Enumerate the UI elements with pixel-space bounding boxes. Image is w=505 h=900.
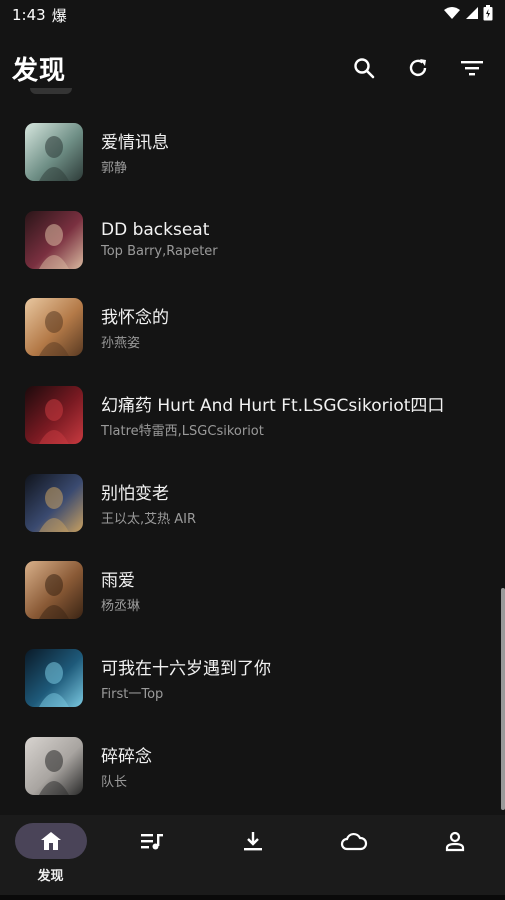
album-art <box>25 473 83 532</box>
song-artist: Tlatre特雷西,LSGCsikoriot <box>101 423 264 439</box>
list-item[interactable]: 幻痛药 Hurt And Hurt Ft.LSGCsikoriot四口 Tlatr… <box>0 371 505 459</box>
nav-item-cloud[interactable] <box>314 823 394 859</box>
song-artist: 孙燕姿 <box>101 336 141 352</box>
notification-glyph: 爆 <box>51 6 67 25</box>
song-list[interactable]: 爱情讯息郭静 DD backseat Top Barry,Rapeter 我怀念的孙燕… <box>0 108 505 810</box>
song-text: 爱情讯息 郭静 <box>101 128 169 176</box>
list-item[interactable]: 碎碎念 队长 <box>0 722 505 810</box>
cellular-icon <box>465 6 479 24</box>
song-text: 雨爱 杨丞琳 <box>101 566 140 614</box>
wifi-icon <box>443 6 461 24</box>
song-title: 别怕变老 <box>101 483 169 504</box>
album-art <box>25 298 83 357</box>
home-icon <box>40 832 61 850</box>
gesture-bar <box>0 895 505 900</box>
song-title: 碎碎念 <box>101 746 152 767</box>
list-item[interactable]: 我怀念的 孙燕姿 <box>0 283 505 371</box>
song-text: 别怕变老王以太,艾热 AIR <box>101 479 196 527</box>
song-text: 我怀念的 孙燕姿 <box>101 303 169 351</box>
app-bar: 发现 <box>0 42 505 94</box>
status-icons <box>443 5 493 25</box>
song-title: 可我在十六岁遇到了你 <box>101 658 271 679</box>
list-item[interactable]: DD backseat Top Barry,Rapeter <box>0 196 505 284</box>
song-text: 可我在十六岁遇到了你 First一Top <box>101 654 271 702</box>
song-text: 幻痛药 Hurt And Hurt Ft.LSGCsikoriot四口 Tlatr… <box>101 391 444 439</box>
playlist-icon <box>140 834 163 850</box>
cloud-icon <box>340 832 367 851</box>
refresh-icon <box>409 59 427 77</box>
song-text: DD backseat Top Barry,Rapeter <box>101 220 218 259</box>
list-item[interactable]: 可我在十六岁遇到了你 First一Top <box>0 634 505 722</box>
nav-item-profile[interactable] <box>415 823 495 859</box>
partial-list-item <box>30 88 72 94</box>
status-time: 1:43 <box>12 6 46 24</box>
song-title: 爱情讯息 <box>101 132 169 153</box>
song-artist: 王以太,艾热 AIR <box>101 511 197 527</box>
nav-item-playlists[interactable] <box>112 823 192 859</box>
nav-pill <box>419 823 491 859</box>
filter-button[interactable] <box>459 55 485 81</box>
nav-pill <box>217 823 289 859</box>
status-bar: 1:43 爆 <box>0 0 505 30</box>
song-title: 我怀念的 <box>101 308 169 329</box>
page-title: 发现 <box>12 55 67 86</box>
status-left: 1:43 爆 <box>12 5 67 26</box>
app-bar-actions <box>351 55 493 81</box>
list-item[interactable]: 别怕变老王以太,艾热 AIR <box>0 459 505 547</box>
profile-icon <box>445 831 464 852</box>
song-artist: 郭静 <box>101 160 128 176</box>
song-artist: Top Barry,Rapeter <box>101 244 218 260</box>
list-item[interactable]: 爱情讯息 郭静 <box>0 108 505 196</box>
song-text: 碎碎念 队长 <box>101 742 152 790</box>
nav-pill-active <box>14 823 87 859</box>
song-artist: First一Top <box>101 686 164 702</box>
song-artist: 队长 <box>101 774 128 790</box>
nav-label-discover: 发现 <box>37 869 64 884</box>
song-title: 雨爱 <box>101 571 135 592</box>
nav-pill <box>116 823 188 859</box>
refresh-button[interactable] <box>405 55 431 81</box>
list-item[interactable]: 雨爱 杨丞琳 <box>0 546 505 634</box>
battery-icon <box>483 5 493 25</box>
nav-item-downloads[interactable] <box>213 823 293 859</box>
search-icon <box>354 58 375 79</box>
song-title: DD backseat <box>101 220 210 241</box>
nav-pill <box>318 823 390 859</box>
album-art <box>25 648 83 707</box>
song-artist: 杨丞琳 <box>101 599 141 615</box>
album-art <box>25 736 83 795</box>
scrollbar[interactable] <box>501 588 505 810</box>
bottom-nav: 发现 <box>0 815 505 900</box>
album-art <box>25 385 83 444</box>
download-icon <box>243 832 262 851</box>
nav-item-discover[interactable]: 发现 <box>11 823 91 884</box>
album-art <box>25 210 83 269</box>
filter-icon <box>461 61 483 76</box>
search-button[interactable] <box>351 55 377 81</box>
album-art <box>25 561 83 620</box>
album-art <box>25 122 83 181</box>
song-title: 幻痛药 Hurt And Hurt Ft.LSGCsikoriot四口 <box>101 395 445 416</box>
